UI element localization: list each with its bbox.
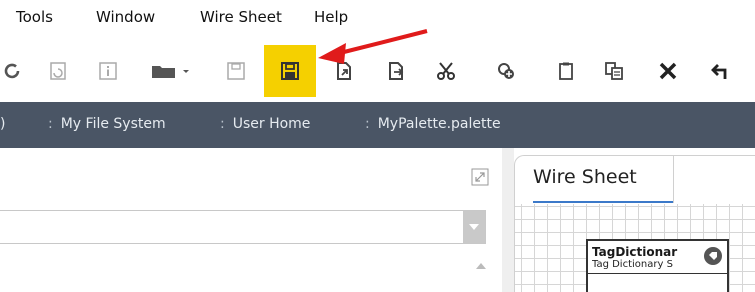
chevron-down-icon bbox=[469, 224, 479, 230]
info-button[interactable] bbox=[82, 45, 134, 97]
refresh-icon bbox=[4, 63, 20, 79]
add-icon bbox=[498, 63, 514, 79]
breadcrumb-label: User Home bbox=[232, 116, 311, 132]
node-divider bbox=[588, 273, 727, 274]
breadcrumb-separator: : bbox=[48, 116, 53, 132]
duplicate-button[interactable] bbox=[588, 45, 640, 97]
breadcrumb-separator: : bbox=[365, 116, 370, 132]
tag-icon bbox=[704, 247, 722, 265]
breadcrumb-item-file-system[interactable]: : My File System bbox=[48, 116, 166, 132]
scroll-up-icon[interactable] bbox=[476, 262, 486, 270]
undo-icon bbox=[711, 64, 727, 79]
open-folder-button[interactable] bbox=[144, 45, 196, 97]
node-subtitle: Tag Dictionary S bbox=[592, 259, 673, 270]
cut-icon bbox=[437, 62, 455, 80]
export-icon bbox=[337, 62, 351, 80]
breadcrumb-leading: ) bbox=[0, 116, 6, 132]
tag-dictionary-node[interactable]: TagDictionar Tag Dictionary S bbox=[586, 239, 729, 292]
import-button[interactable] bbox=[370, 45, 422, 97]
dropdown-button[interactable] bbox=[463, 211, 485, 243]
history-icon bbox=[50, 62, 66, 80]
undo-button[interactable] bbox=[694, 45, 746, 97]
breadcrumb-separator: : bbox=[220, 116, 225, 132]
active-tab-indicator bbox=[533, 201, 673, 203]
tab-wire-sheet[interactable]: Wire Sheet bbox=[533, 166, 637, 188]
clipboard-icon bbox=[559, 62, 573, 80]
info-icon bbox=[99, 62, 117, 80]
save-button[interactable] bbox=[210, 45, 262, 97]
save-all-button[interactable] bbox=[264, 45, 316, 97]
breadcrumb-label: MyPalette.palette bbox=[377, 116, 501, 132]
clipboard-button[interactable] bbox=[540, 45, 592, 97]
export-button[interactable] bbox=[318, 45, 370, 97]
folder-open-icon bbox=[152, 66, 189, 78]
breadcrumb-item-user-home[interactable]: : User Home bbox=[220, 116, 310, 132]
import-icon bbox=[389, 62, 404, 80]
node-title: TagDictionar bbox=[592, 245, 678, 259]
wire-sheet-pane: Wire Sheet TagDictionar Tag Dictionary S bbox=[514, 155, 755, 292]
breadcrumb-label: My File System bbox=[60, 116, 166, 132]
expand-icon[interactable] bbox=[471, 168, 489, 186]
menu-bar: Tools Window Wire Sheet Help bbox=[0, 0, 755, 36]
cut-button[interactable] bbox=[420, 45, 472, 97]
palette-dropdown[interactable] bbox=[0, 210, 486, 244]
duplicate-icon bbox=[605, 62, 623, 80]
toolbar bbox=[0, 45, 755, 97]
delete-icon bbox=[659, 62, 677, 80]
pane-splitter[interactable] bbox=[502, 148, 514, 292]
history-button[interactable] bbox=[32, 45, 84, 97]
save-icon bbox=[227, 62, 245, 80]
add-button[interactable] bbox=[480, 45, 532, 97]
menu-wire-sheet[interactable]: Wire Sheet bbox=[200, 8, 282, 26]
breadcrumb: ) : My File System : User Home : MyPalette.… bbox=[0, 102, 755, 148]
left-pane bbox=[0, 148, 502, 292]
breadcrumb-item-palette[interactable]: : MyPalette.palette bbox=[365, 116, 501, 132]
delete-button[interactable] bbox=[642, 45, 694, 97]
menu-tools[interactable]: Tools bbox=[16, 8, 53, 26]
menu-window[interactable]: Window bbox=[96, 8, 155, 26]
menu-help[interactable]: Help bbox=[314, 8, 348, 26]
tab-divider bbox=[673, 156, 674, 203]
save-all-icon bbox=[281, 62, 299, 80]
